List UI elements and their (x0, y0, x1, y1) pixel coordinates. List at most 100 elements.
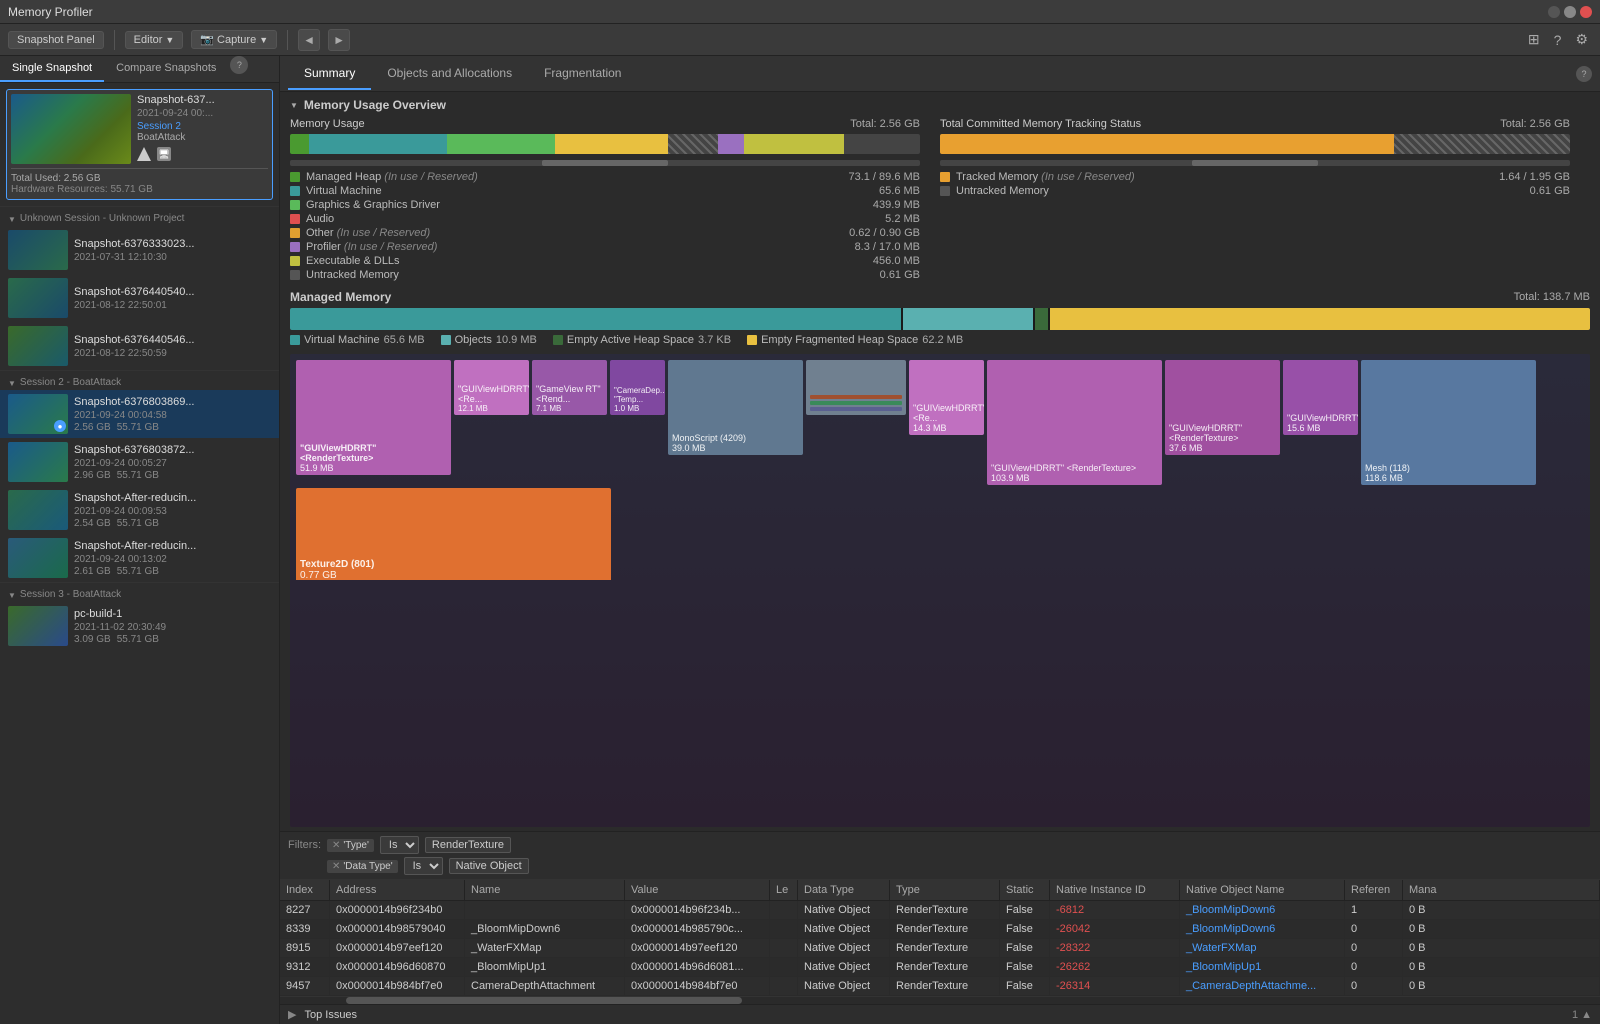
frag-block-0[interactable]: "GUIViewHDRRT" <RenderTexture> 51.9 MB (296, 360, 451, 475)
filter-tag-1[interactable]: ✕ 'Type' (327, 839, 374, 852)
td-nativename-3[interactable]: _BloomMipUp1 (1180, 958, 1345, 976)
frag-block-cam[interactable]: "CameraDep... "Temp... 1.0 MB (610, 360, 665, 415)
capture-camera-icon: 📷 (200, 33, 214, 46)
frag-block-5[interactable]: "GUIViewHDRRT" <RenderTexture> 37.6 MB (1165, 360, 1280, 455)
snapshot-row-1-0[interactable]: ● Snapshot-6376803869... 2021-09-24 00:0… (0, 390, 279, 438)
filter-remove-2[interactable]: ✕ (332, 861, 340, 872)
th-index[interactable]: Index (280, 880, 330, 900)
sidebar-info-icon[interactable]: ? (230, 56, 248, 74)
featured-snapshot[interactable]: Snapshot-637... 2021-09-24 00:... Sessio… (6, 89, 273, 200)
tab-fragmentation[interactable]: Fragmentation (528, 58, 637, 90)
th-value[interactable]: Value (625, 880, 770, 900)
snapshot-info-0-0: Snapshot-6376333023... 2021-07-31 12:10:… (68, 238, 271, 263)
td-type-1: RenderTexture (890, 920, 1000, 938)
committed-scroll[interactable] (940, 160, 1570, 166)
nav-forward-btn[interactable]: ► (328, 29, 350, 51)
snapshot-thumb-1-1 (8, 442, 68, 482)
table-row-2[interactable]: 8915 0x0000014b97eef120 _WaterFXMap 0x00… (280, 939, 1600, 958)
tab-help-icon[interactable]: ? (1576, 66, 1592, 82)
frag-block-4[interactable]: "GUIViewHDRRT" <RenderTexture> 103.9 MB (987, 360, 1162, 485)
snapshot-row-0-1[interactable]: Snapshot-6376440540... 2021-08-12 22:50:… (0, 274, 279, 322)
memory-overview-header[interactable]: Memory Usage Overview (280, 92, 1600, 118)
table-row-0[interactable]: 8227 0x0000014b96f234b0 0x0000014b96f234… (280, 901, 1600, 920)
table-row-4[interactable]: 9457 0x0000014b984bf7e0 CameraDepthAttac… (280, 977, 1600, 996)
tab-compare-snapshots[interactable]: Compare Snapshots (104, 56, 228, 82)
frag-block-3[interactable]: "GUIViewHDRRT" <Re... 14.3 MB (909, 360, 984, 435)
filter-op-1[interactable]: Is (380, 836, 419, 854)
snapshot-row-1-3[interactable]: Snapshot-After-reducin... 2021-09-24 00:… (0, 534, 279, 582)
td-nativename-1[interactable]: _BloomMipDown6 (1180, 920, 1345, 938)
committed-title-row: Total Committed Memory Tracking Status T… (940, 118, 1570, 130)
th-mana[interactable]: Mana (1403, 880, 1600, 900)
tab-objects[interactable]: Objects and Allocations (371, 58, 528, 90)
td-nativename-4[interactable]: _CameraDepthAttachme... (1180, 977, 1345, 995)
th-static[interactable]: Static (1000, 880, 1050, 900)
frag-block-mono[interactable]: MonoScript (4209) 39.0 MB (668, 360, 803, 455)
th-name[interactable]: Name (465, 880, 625, 900)
bottom-triangle-icon: ▶ (288, 1008, 296, 1021)
unity-logo-icon (137, 147, 151, 161)
th-datatype[interactable]: Data Type (798, 880, 890, 900)
session-triangle-3[interactable] (8, 590, 16, 600)
capture-btn[interactable]: 📷 Capture ▼ (191, 30, 277, 49)
table-row-3[interactable]: 9312 0x0000014b96d60870 _BloomMipUp1 0x0… (280, 958, 1600, 977)
legend-virtual-machine: Virtual Machine 65.6 MB (290, 184, 920, 198)
table-hscrollbar[interactable] (280, 996, 1600, 1004)
managed-legend-frag-heap: Empty Fragmented Heap Space 62.2 MB (747, 334, 963, 346)
snapshot-panel-label: Snapshot Panel (17, 34, 95, 46)
th-nativeid[interactable]: Native Instance ID (1050, 880, 1180, 900)
frag-block-mesh[interactable]: Mesh (118) 118.6 MB (1361, 360, 1536, 485)
tab-summary[interactable]: Summary (288, 58, 371, 90)
settings-icon[interactable]: ⚙ (1571, 29, 1592, 50)
td-nativeid-3: -26262 (1050, 958, 1180, 976)
managed-legend-empty-heap: Empty Active Heap Space 3.7 KB (553, 334, 731, 346)
session-triangle-unknown[interactable] (8, 214, 16, 224)
mem-usage-total: Total: 2.56 GB (850, 118, 920, 130)
filter-value-1[interactable]: RenderTexture (425, 837, 511, 853)
table-hscroll-thumb[interactable] (346, 997, 742, 1004)
help-icon[interactable]: ? (1550, 30, 1566, 50)
committed-total: Total: 2.56 GB (1500, 118, 1570, 130)
window-close[interactable] (1580, 6, 1592, 18)
th-type[interactable]: Type (890, 880, 1000, 900)
snapshot-row-1-2[interactable]: Snapshot-After-reducin... 2021-09-24 00:… (0, 486, 279, 534)
snapshot-row-1-1[interactable]: Snapshot-6376803872... 2021-09-24 00:05:… (0, 438, 279, 486)
featured-total-used: Total Used: 2.56 GB (11, 173, 268, 184)
td-nativename-0[interactable]: _BloomMipDown6 (1180, 901, 1345, 919)
filter-op-2[interactable]: Is (404, 857, 443, 875)
filter-tag-2[interactable]: ✕ 'Data Type' (327, 860, 398, 873)
frag-block-1[interactable]: "GUIViewHDRRT" <Re... 12.1 MB (454, 360, 529, 415)
th-le[interactable]: Le (770, 880, 798, 900)
th-address[interactable]: Address (330, 880, 465, 900)
snapshot-panel-btn[interactable]: Snapshot Panel (8, 31, 104, 49)
table-row-1[interactable]: 8339 0x0000014b98579040 _BloomMipDown6 0… (280, 920, 1600, 939)
filter-value-2[interactable]: Native Object (449, 858, 529, 874)
legend-tracked: Tracked Memory (In use / Reserved) 1.64 … (940, 170, 1570, 184)
window-maximize[interactable] (1564, 6, 1576, 18)
session-triangle-2[interactable] (8, 378, 16, 388)
filter-remove-1[interactable]: ✕ (332, 840, 340, 851)
top-issues-label[interactable]: Top Issues (304, 1009, 357, 1021)
layout-icon[interactable]: ⊞ (1524, 29, 1544, 50)
window-minimize[interactable] (1548, 6, 1560, 18)
td-ref-4: 0 (1345, 977, 1403, 995)
editor-btn[interactable]: Editor ▼ (125, 31, 184, 49)
frag-block-6[interactable]: "GUIViewHDRRT" 15.6 MB (1283, 360, 1358, 435)
mem-usage-scroll[interactable] (290, 160, 920, 166)
tab-single-snapshot[interactable]: Single Snapshot (0, 56, 104, 82)
snapshot-row-2-0[interactable]: pc-build-1 2021-11-02 20:30:49 3.09 GB 5… (0, 602, 279, 650)
mem-usage-legend: Managed Heap (In use / Reserved) 73.1 / … (290, 170, 920, 282)
snapshot-row-0-2[interactable]: Snapshot-6376440546... 2021-08-12 22:50:… (0, 322, 279, 370)
featured-snapshot-date: 2021-09-24 00:... (137, 108, 268, 119)
frag-block-texture[interactable]: Texture2D (801) 0.77 GB (296, 488, 611, 580)
titlebar: Memory Profiler (0, 0, 1600, 24)
legend-graphics: Graphics & Graphics Driver 439.9 MB (290, 198, 920, 212)
snapshot-row-0-0[interactable]: Snapshot-6376333023... 2021-07-31 12:10:… (0, 226, 279, 274)
frag-block-2[interactable]: "GameView RT" <Rend... 7.1 MB (532, 360, 607, 415)
td-datatype-2: Native Object (798, 939, 890, 957)
th-nativename[interactable]: Native Object Name (1180, 880, 1345, 900)
th-ref[interactable]: Referen (1345, 880, 1403, 900)
td-nativename-2[interactable]: _WaterFXMap (1180, 939, 1345, 957)
nav-back-btn[interactable]: ◄ (298, 29, 320, 51)
frag-block-color[interactable] (806, 360, 906, 415)
